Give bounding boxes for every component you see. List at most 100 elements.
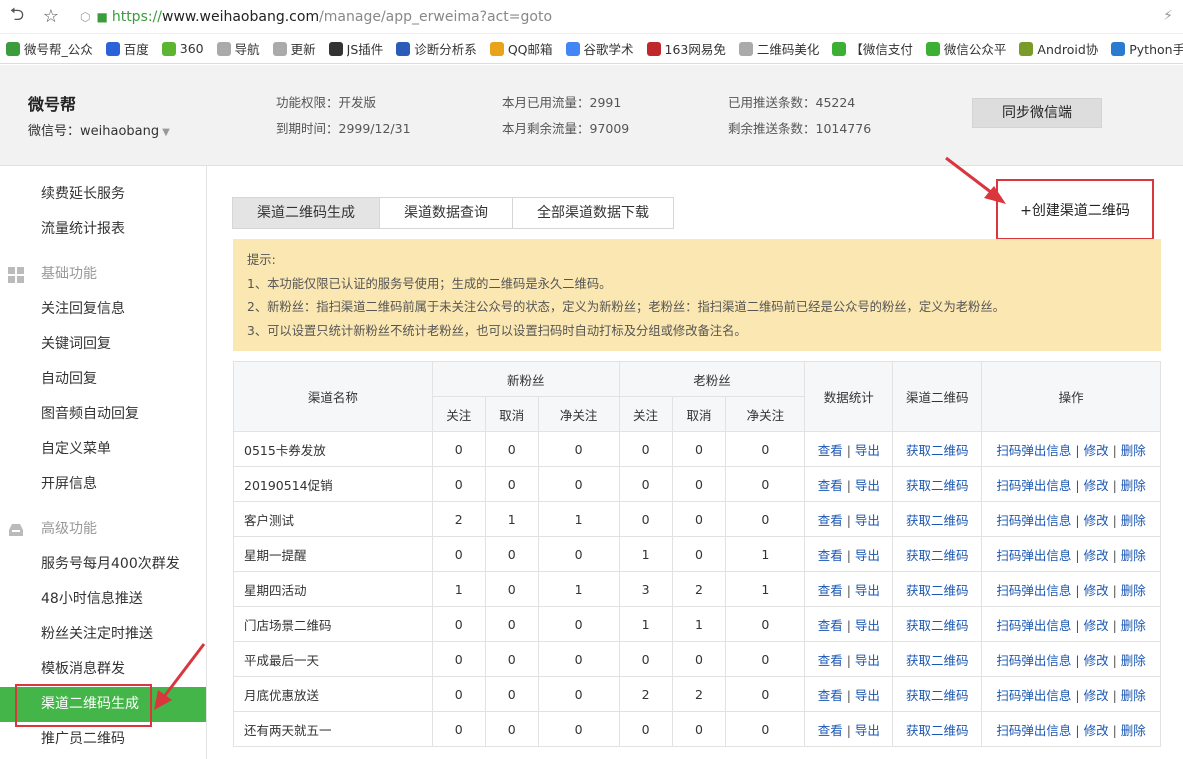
get-qr-link[interactable]: 获取二维码 <box>906 548 969 563</box>
delete-link[interactable]: 删除 <box>1121 548 1146 563</box>
bookmark-label: 诊断分析系 <box>414 42 477 57</box>
sidebar-item-auto-reply[interactable]: 自动回复 <box>0 362 206 397</box>
count-cell: 0 <box>671 641 727 677</box>
bookmark-item[interactable]: 360 <box>161 41 204 56</box>
get-qr-link[interactable]: 获取二维码 <box>906 443 969 458</box>
bookmark-item[interactable]: Python手册 <box>1111 39 1183 58</box>
back-icon[interactable]: ⮌ <box>0 2 34 32</box>
bookmark-item[interactable]: QQ邮箱 <box>489 39 553 58</box>
bookmark-item[interactable]: 诊断分析系 <box>396 39 477 58</box>
delete-link[interactable]: 删除 <box>1121 513 1146 528</box>
link-separator: | <box>1075 477 1080 493</box>
bookmark-item[interactable]: 百度 <box>105 39 149 58</box>
stats-cell: 查看 | 导出 <box>804 606 894 642</box>
sidebar-item-promoter-qr[interactable]: 推广员二维码 <box>0 722 206 757</box>
qr-cell: 获取二维码 <box>892 501 983 537</box>
sidebar-item-media-reply[interactable]: 图音频自动回复 <box>0 397 206 432</box>
link-separator: | <box>1075 617 1080 633</box>
export-link[interactable]: 导出 <box>855 688 880 703</box>
popup-info-link[interactable]: 扫码弹出信息 <box>996 548 1071 563</box>
get-qr-link[interactable]: 获取二维码 <box>906 618 969 633</box>
sync-wechat-button[interactable]: 同步微信端 <box>972 98 1102 128</box>
table-row: 平成最后一天 0 0 0 0 0 0 查看 | 导出 获取二维码 扫码弹出信息 | 修改 | 删除 <box>233 641 1161 677</box>
edit-link[interactable]: 修改 <box>1084 688 1109 703</box>
sidebar-item-splash[interactable]: 开屏信息 <box>0 467 206 502</box>
sidebar-item-48h-push[interactable]: 48小时信息推送 <box>0 582 206 617</box>
view-link[interactable]: 查看 <box>818 513 843 528</box>
get-qr-link[interactable]: 获取二维码 <box>906 583 969 598</box>
edit-link[interactable]: 修改 <box>1084 443 1109 458</box>
table-row: 门店场景二维码 0 0 0 1 1 0 查看 | 导出 获取二维码 扫码弹出信息 | 修改 | 删除 <box>233 606 1161 642</box>
view-link[interactable]: 查看 <box>818 723 843 738</box>
delete-link[interactable]: 删除 <box>1121 653 1146 668</box>
view-link[interactable]: 查看 <box>818 548 843 563</box>
popup-info-link[interactable]: 扫码弹出信息 <box>996 723 1071 738</box>
delete-link[interactable]: 删除 <box>1121 618 1146 633</box>
popup-info-link[interactable]: 扫码弹出信息 <box>996 688 1071 703</box>
edit-link[interactable]: 修改 <box>1084 723 1109 738</box>
popup-info-link[interactable]: 扫码弹出信息 <box>996 478 1071 493</box>
sidebar-item-follow-reply[interactable]: 关注回复信息 <box>0 292 206 327</box>
export-link[interactable]: 导出 <box>855 513 880 528</box>
edit-link[interactable]: 修改 <box>1084 548 1109 563</box>
bookmark-item[interactable]: JS插件 <box>328 39 383 58</box>
sidebar-item-keyword-reply[interactable]: 关键词回复 <box>0 327 206 362</box>
edit-link[interactable]: 修改 <box>1084 618 1109 633</box>
popup-info-link[interactable]: 扫码弹出信息 <box>996 583 1071 598</box>
create-channel-qr-button[interactable]: +创建渠道二维码 <box>996 179 1154 240</box>
bookmark-item[interactable]: 163网易免 <box>646 39 726 58</box>
star-icon[interactable]: ☆ <box>34 6 68 27</box>
edit-link[interactable]: 修改 <box>1084 653 1109 668</box>
edit-link[interactable]: 修改 <box>1084 583 1109 598</box>
delete-link[interactable]: 删除 <box>1121 723 1146 738</box>
bookmark-item[interactable]: 二维码美化 <box>738 39 819 58</box>
export-link[interactable]: 导出 <box>855 723 880 738</box>
delete-link[interactable]: 删除 <box>1121 443 1146 458</box>
get-qr-link[interactable]: 获取二维码 <box>906 688 969 703</box>
get-qr-link[interactable]: 获取二维码 <box>906 653 969 668</box>
popup-info-link[interactable]: 扫码弹出信息 <box>996 653 1071 668</box>
lightning-icon[interactable]: ⚡ <box>1163 8 1173 24</box>
view-link[interactable]: 查看 <box>818 618 843 633</box>
export-link[interactable]: 导出 <box>855 583 880 598</box>
export-link[interactable]: 导出 <box>855 653 880 668</box>
bookmark-item[interactable]: Android协 <box>1019 39 1098 58</box>
delete-link[interactable]: 删除 <box>1121 688 1146 703</box>
export-link[interactable]: 导出 <box>855 618 880 633</box>
bookmark-item[interactable]: 谷歌学术 <box>565 39 634 58</box>
bookmark-item[interactable]: 导航 <box>216 39 260 58</box>
header-net: 净关注 <box>537 396 620 432</box>
popup-info-link[interactable]: 扫码弹出信息 <box>996 618 1071 633</box>
account-wxid[interactable]: 微信号：weihaobang ▼ <box>28 120 170 139</box>
sidebar-item-custom-menu[interactable]: 自定义菜单 <box>0 432 206 467</box>
popup-info-link[interactable]: 扫码弹出信息 <box>996 443 1071 458</box>
get-qr-link[interactable]: 获取二维码 <box>906 478 969 493</box>
get-qr-link[interactable]: 获取二维码 <box>906 513 969 528</box>
tab-channel-query[interactable]: 渠道数据查询 <box>379 197 513 229</box>
bookmark-item[interactable]: 【微信支付 <box>832 39 913 58</box>
sidebar-item-traffic-report[interactable]: 流量统计报表 <box>0 212 206 247</box>
tab-channel-qr[interactable]: 渠道二维码生成 <box>232 197 380 229</box>
export-link[interactable]: 导出 <box>855 443 880 458</box>
url-field[interactable]: ⬡ ■ https:// www.weihaobang.com /manage/… <box>80 9 552 25</box>
export-link[interactable]: 导出 <box>855 478 880 493</box>
bookmark-label: 163网易免 <box>664 42 726 57</box>
view-link[interactable]: 查看 <box>818 653 843 668</box>
sidebar-item-renew[interactable]: 续费延长服务 <box>0 177 206 212</box>
export-link[interactable]: 导出 <box>855 548 880 563</box>
edit-link[interactable]: 修改 <box>1084 513 1109 528</box>
view-link[interactable]: 查看 <box>818 688 843 703</box>
bookmark-item[interactable]: 微号帮_公众 <box>6 39 93 58</box>
bookmark-item[interactable]: 微信公众平 <box>925 39 1006 58</box>
delete-link[interactable]: 删除 <box>1121 478 1146 493</box>
bookmark-item[interactable]: 更新 <box>272 39 316 58</box>
tab-download-all[interactable]: 全部渠道数据下载 <box>512 197 674 229</box>
view-link[interactable]: 查看 <box>818 583 843 598</box>
sidebar-item-mass-send[interactable]: 服务号每月400次群发 <box>0 547 206 582</box>
get-qr-link[interactable]: 获取二维码 <box>906 723 969 738</box>
edit-link[interactable]: 修改 <box>1084 478 1109 493</box>
view-link[interactable]: 查看 <box>818 443 843 458</box>
view-link[interactable]: 查看 <box>818 478 843 493</box>
delete-link[interactable]: 删除 <box>1121 583 1146 598</box>
popup-info-link[interactable]: 扫码弹出信息 <box>996 513 1071 528</box>
